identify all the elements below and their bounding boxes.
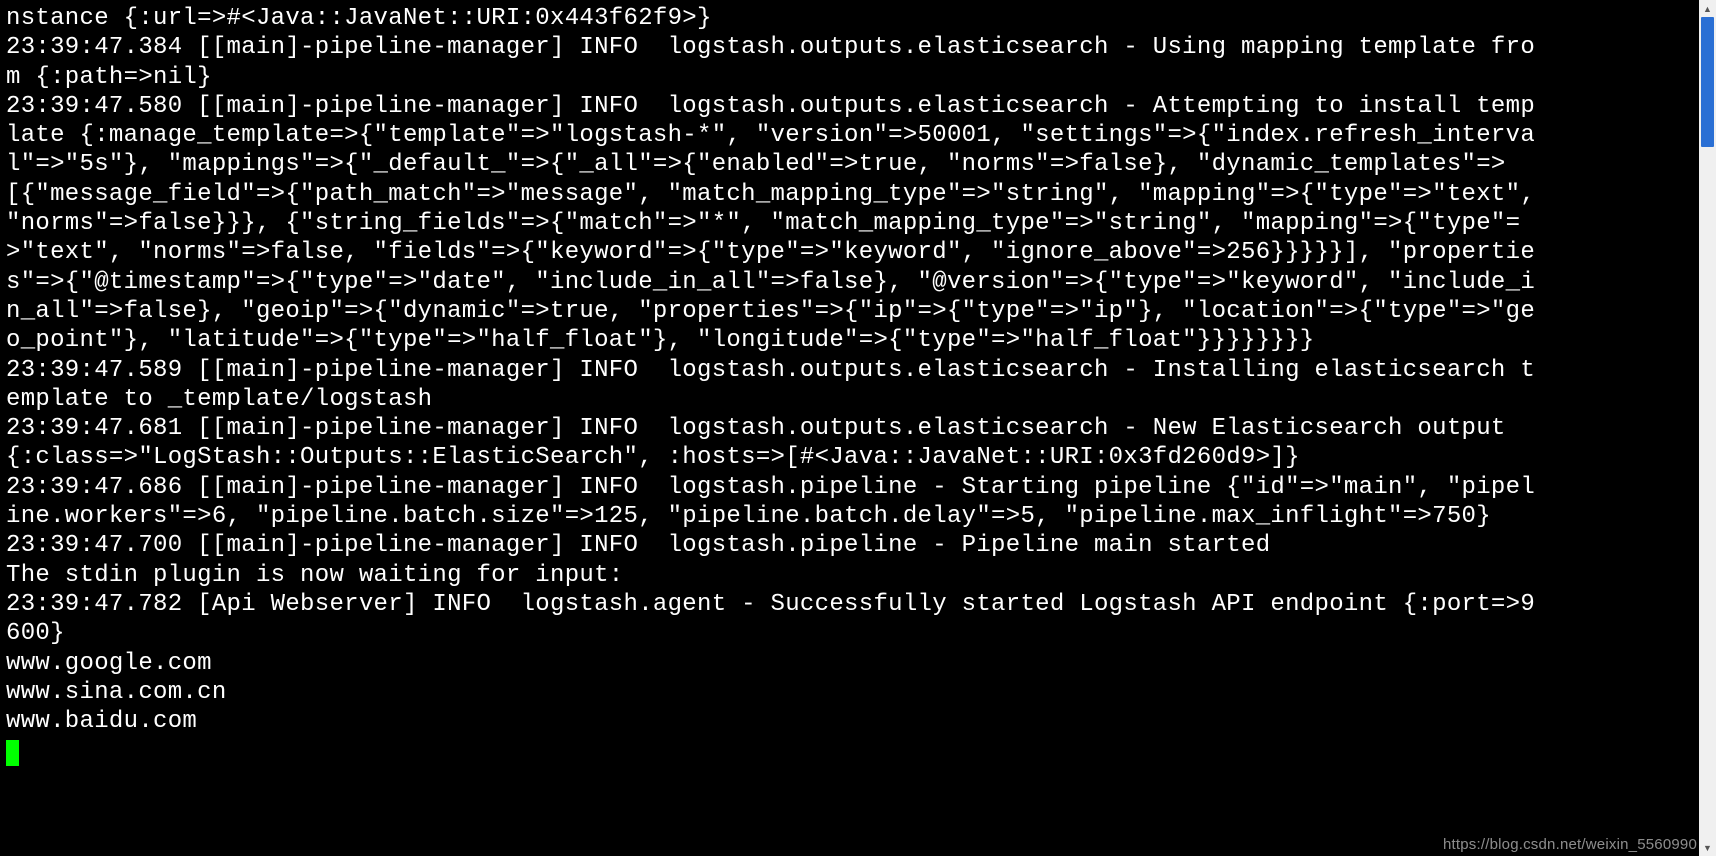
log-line: 23:39:47.384 [[main]-pipeline-manager] I… [6, 34, 1535, 90]
log-line: nstance {:url=>#<Java::JavaNet::URI:0x44… [6, 5, 712, 32]
log-line: 23:39:47.700 [[main]-pipeline-manager] I… [6, 532, 1270, 559]
log-line: 23:39:47.782 [Api Webserver] INFO logsta… [6, 591, 1535, 647]
log-line: 23:39:47.681 [[main]-pipeline-manager] I… [6, 415, 1520, 471]
log-line: 23:39:47.580 [[main]-pipeline-manager] I… [6, 93, 1544, 354]
log-line: The stdin plugin is now waiting for inpu… [6, 562, 624, 589]
log-line: www.google.com [6, 650, 212, 677]
log-line: 23:39:47.589 [[main]-pipeline-manager] I… [6, 357, 1535, 413]
terminal-output[interactable]: nstance {:url=>#<Java::JavaNet::URI:0x44… [0, 0, 1544, 856]
terminal-cursor [6, 740, 19, 766]
scrollbar-thumb[interactable] [1701, 17, 1714, 147]
watermark-text: https://blog.csdn.net/weixin_5560990 [1443, 836, 1697, 853]
scrollbar-arrow-down-icon[interactable]: ▼ [1699, 839, 1716, 856]
log-line: 23:39:47.686 [[main]-pipeline-manager] I… [6, 474, 1535, 530]
log-line: www.sina.com.cn [6, 679, 227, 706]
scrollbar-arrow-up-icon[interactable]: ▲ [1699, 0, 1716, 17]
scrollbar-vertical[interactable]: ▲ ▼ [1699, 0, 1716, 856]
log-line: www.baidu.com [6, 708, 197, 735]
